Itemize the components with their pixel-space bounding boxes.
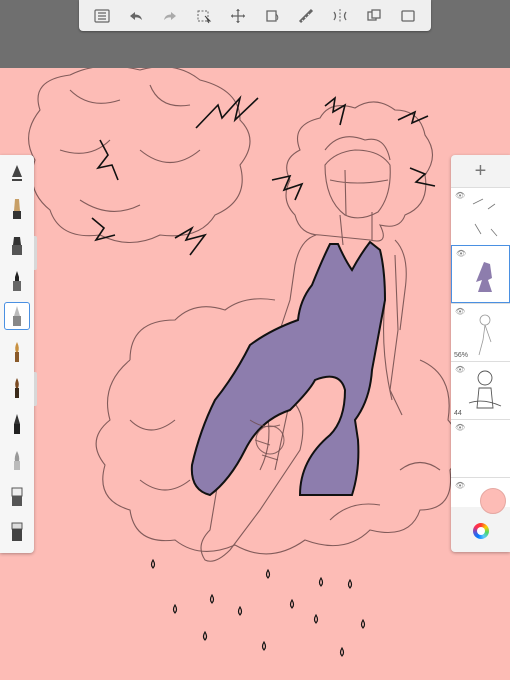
ruler-icon[interactable]: [295, 5, 317, 27]
pen-brush[interactable]: [4, 302, 30, 330]
layer-thumbnail: [478, 314, 492, 356]
dress-fill: [190, 240, 387, 497]
lightning-bolts: [91, 95, 436, 256]
fill-icon[interactable]: [261, 5, 283, 27]
smudge-brush[interactable]: [4, 446, 30, 474]
brush-panel-handle-lower[interactable]: [34, 372, 37, 406]
symmetry-icon[interactable]: [329, 5, 351, 27]
redo-icon[interactable]: [159, 5, 181, 27]
drawing-canvas[interactable]: [0, 68, 510, 680]
brush-library: [0, 155, 34, 553]
artwork: [28, 68, 461, 657]
eye-icon[interactable]: 👁: [455, 423, 465, 432]
airbrush-brush[interactable]: [4, 374, 30, 402]
layer-empty[interactable]: 👁: [451, 419, 510, 477]
brush-panel-handle[interactable]: [34, 236, 37, 270]
layers-style-icon[interactable]: [363, 5, 385, 27]
background-color-swatch[interactable]: [480, 488, 506, 514]
list-icon[interactable]: [91, 5, 113, 27]
pencil-brush[interactable]: [4, 195, 30, 223]
block-eraser-brush[interactable]: [4, 517, 30, 545]
layer-thumbnail: [468, 370, 502, 409]
layer-background[interactable]: 👁: [451, 477, 510, 514]
eraser-brush[interactable]: [4, 482, 30, 510]
layer-dress[interactable]: 👁: [451, 245, 510, 303]
color-wheel-icon[interactable]: [473, 523, 489, 539]
layer-top[interactable]: 👁: [451, 187, 510, 245]
paintbrush-brush[interactable]: [4, 338, 30, 366]
select-icon[interactable]: [193, 5, 215, 27]
brush-settings-icon[interactable]: [4, 159, 30, 187]
transform-icon[interactable]: [227, 5, 249, 27]
marker-brush[interactable]: [4, 231, 30, 259]
fullscreen-icon[interactable]: [397, 5, 419, 27]
main-toolbar: [79, 0, 431, 31]
rain-drops: [150, 558, 366, 657]
sketch-lines: [28, 68, 461, 562]
undo-icon[interactable]: [125, 5, 147, 27]
add-layer-button[interactable]: +: [451, 155, 510, 187]
layer-sketch[interactable]: 👁 56%: [451, 303, 510, 361]
inking-brush[interactable]: [4, 267, 30, 295]
ink-pen-brush[interactable]: [4, 410, 30, 438]
layer-thumbnail: [476, 262, 492, 292]
layer-thumbnail: [472, 198, 498, 237]
eye-icon[interactable]: 👁: [455, 481, 465, 490]
layer-panel: + 👁 👁 👁 56% 👁 44 👁 👁: [451, 155, 510, 552]
layer-lineart[interactable]: 👁 44: [451, 361, 510, 419]
